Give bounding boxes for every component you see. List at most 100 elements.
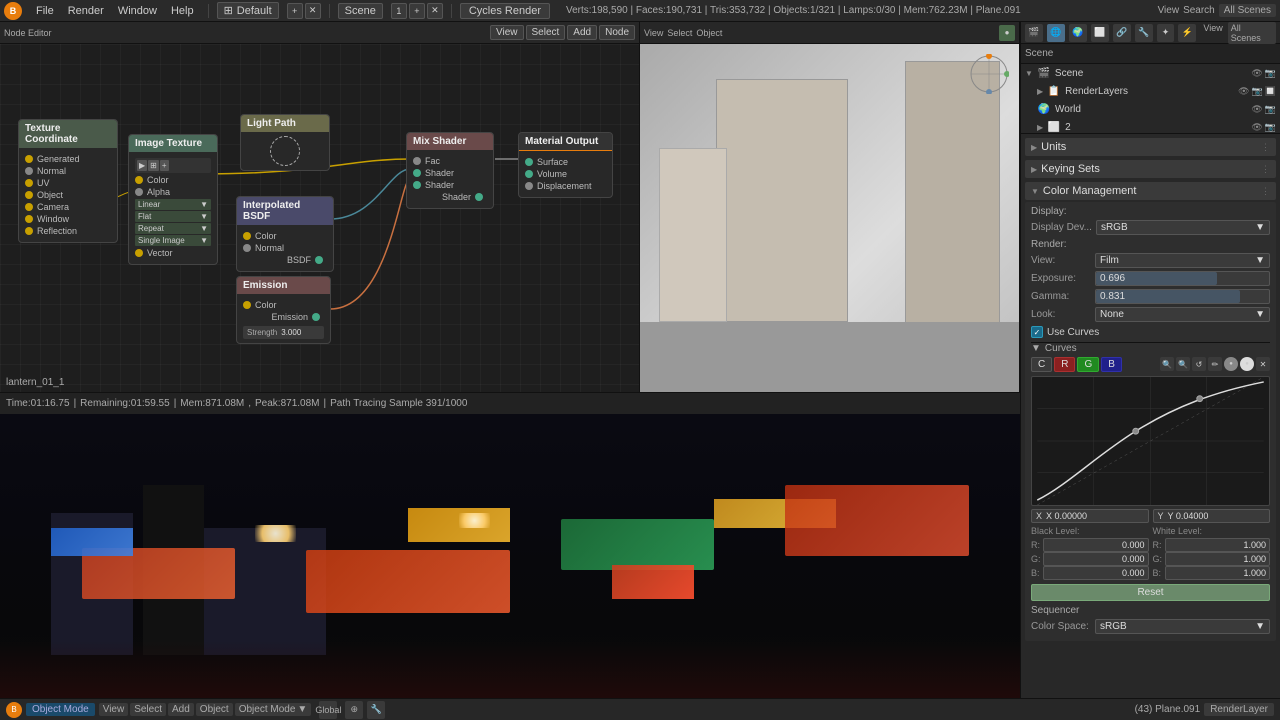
tree-item-scene[interactable]: ▼ 🎬 Scene 👁 📷 xyxy=(1021,64,1280,82)
scene-eye-btn[interactable]: 👁 xyxy=(1251,68,1262,79)
curves-zoom-in-btn[interactable]: 🔍 xyxy=(1160,357,1174,371)
black-g-value[interactable]: 0.000 xyxy=(1043,552,1149,566)
node-tex-coord[interactable]: Texture Coordinate Generated Normal UV O… xyxy=(18,119,118,243)
cm-menu[interactable]: ⋮ xyxy=(1261,186,1270,197)
panel-particles-btn[interactable]: ✦ xyxy=(1157,24,1175,42)
tree-item-world[interactable]: 🌍 World 👁 📷 xyxy=(1021,100,1280,118)
repeat-setting[interactable]: Repeat ▼ xyxy=(135,223,211,234)
white-r-value[interactable]: 1.000 xyxy=(1165,538,1271,552)
panel-physics-btn[interactable]: ⚡ xyxy=(1178,24,1196,42)
workspace-selector[interactable]: ⊞ Default xyxy=(217,2,279,19)
colorspace-value[interactable]: sRGB ▼ xyxy=(1095,619,1270,634)
add-scene-btn[interactable]: + xyxy=(409,3,425,19)
all-scenes-btn[interactable]: All Scenes xyxy=(1219,4,1276,17)
use-curves-checkbox[interactable]: ✓ xyxy=(1031,326,1043,338)
engine-selector[interactable]: Cycles Render xyxy=(460,3,550,19)
nav-widget[interactable] xyxy=(969,54,1009,94)
view-row-value[interactable]: Film ▼ xyxy=(1095,253,1270,268)
view-all-btn[interactable]: View xyxy=(1200,22,1225,44)
node-view-btn[interactable]: View xyxy=(490,25,524,40)
look-value[interactable]: None ▼ xyxy=(1095,307,1270,322)
render-layer-btn[interactable]: RenderLayer xyxy=(1204,703,1274,716)
menu-render[interactable]: Render xyxy=(62,3,110,19)
expand-rl[interactable]: ▶ xyxy=(1037,87,1043,96)
node-light-path[interactable]: Light Path xyxy=(240,114,330,171)
node-material-output[interactable]: Material Output Surface Volume Displacem… xyxy=(518,132,613,198)
curves-reset-view-btn[interactable]: ↺ xyxy=(1192,357,1206,371)
select-menu-btn[interactable]: Select xyxy=(667,28,692,38)
exposure-value[interactable]: 0.696 xyxy=(1095,271,1270,286)
tree-item-renderlayers[interactable]: ▶ 📋 RenderLayers 👁 📷 🔲 xyxy=(1021,82,1280,100)
scene-num-btn[interactable]: 1 xyxy=(391,3,407,19)
menu-help[interactable]: Help xyxy=(165,3,200,19)
display-device-value[interactable]: sRGB ▼ xyxy=(1096,220,1270,235)
gamma-value[interactable]: 0.831 xyxy=(1095,289,1270,304)
panel-constraints-btn[interactable]: 🔗 xyxy=(1113,24,1131,42)
channel-g-btn[interactable]: G xyxy=(1077,357,1099,372)
rl-cam-btn[interactable]: 📷 xyxy=(1252,86,1263,97)
add-window-btn[interactable]: + xyxy=(287,3,303,19)
expand-obj2[interactable]: ▶ xyxy=(1037,123,1043,132)
close-window-btn[interactable]: ✕ xyxy=(305,3,321,19)
reset-btn[interactable]: Reset xyxy=(1031,584,1270,601)
object-mode-menu-btn[interactable]: Object xyxy=(196,703,233,716)
panel-world-btn[interactable]: 🌍 xyxy=(1069,24,1087,42)
node-mix-shader[interactable]: Mix Shader Fac Shader Shader Shader xyxy=(406,132,494,209)
all-scenes-right-btn[interactable]: All Scenes xyxy=(1228,22,1276,44)
curves-zoom-out-btn[interactable]: 🔍 xyxy=(1176,357,1190,371)
tree-item-obj2[interactable]: ▶ ⬜ 2 👁 📷 xyxy=(1021,118,1280,134)
panel-modifiers-btn[interactable]: 🔧 xyxy=(1135,24,1153,42)
node-emission[interactable]: Emission Color Emission Strength 3.000 xyxy=(236,276,331,344)
render-output-area[interactable] xyxy=(0,414,1020,698)
snap-btn[interactable]: 🔧 xyxy=(367,701,385,719)
pivot-btn[interactable]: ⊕ xyxy=(345,701,363,719)
node-image-texture[interactable]: Image Texture ▶ ⊞ + Color Alpha xyxy=(128,134,218,265)
panel-render-btn[interactable]: 🎬 xyxy=(1025,24,1043,42)
flat-setting[interactable]: Flat ▼ xyxy=(135,211,211,222)
curves-close-btn[interactable]: ✕ xyxy=(1256,357,1270,371)
scene-selector[interactable]: Scene xyxy=(338,3,383,19)
curves-graph[interactable] xyxy=(1031,376,1270,506)
curve-y-coord[interactable]: Y Y 0.04000 xyxy=(1153,509,1271,523)
node-node-btn[interactable]: Node xyxy=(599,25,635,40)
panel-object-btn[interactable]: ⬜ xyxy=(1091,24,1109,42)
black-r-value[interactable]: 0.000 xyxy=(1043,538,1149,552)
3d-viewport[interactable]: View Select Object ● xyxy=(640,22,1020,392)
obj2-eye-btn[interactable]: 👁 xyxy=(1251,122,1262,133)
curves-black-pt[interactable]: ● xyxy=(1224,357,1238,371)
node-select-btn[interactable]: Select xyxy=(526,25,566,40)
world-eye-btn[interactable]: 👁 xyxy=(1251,104,1262,115)
channel-r-btn[interactable]: R xyxy=(1054,357,1075,372)
strength-control[interactable]: Strength 3.000 xyxy=(243,326,324,339)
view-btn[interactable]: View xyxy=(1158,5,1180,16)
white-b-value[interactable]: 1.000 xyxy=(1165,566,1271,580)
viewport-content[interactable] xyxy=(640,44,1019,392)
curves-white-pt[interactable]: ● xyxy=(1240,357,1254,371)
keying-sets-header[interactable]: ▶ Keying Sets ⋮ xyxy=(1025,160,1276,178)
single-image-setting[interactable]: Single Image ▼ xyxy=(135,235,211,246)
ks-menu[interactable]: ⋮ xyxy=(1261,164,1270,175)
view-mode-btn[interactable]: View xyxy=(99,703,129,716)
units-header[interactable]: ▶ Units ⋮ xyxy=(1025,138,1276,156)
linear-setting[interactable]: Linear ▼ xyxy=(135,199,211,210)
select-mode-btn[interactable]: Select xyxy=(130,703,166,716)
object-menu-btn[interactable]: Object xyxy=(696,28,722,38)
object-mode-dropdown[interactable]: Object Mode ▼ xyxy=(235,703,312,716)
menu-file[interactable]: File xyxy=(30,3,60,19)
tool-item[interactable]: + xyxy=(160,160,169,171)
color-mgmt-header[interactable]: ▼ Color Management ⋮ xyxy=(1025,182,1276,200)
global-btn[interactable]: Global xyxy=(319,701,337,719)
white-g-value[interactable]: 1.000 xyxy=(1165,552,1271,566)
curves-pen-btn[interactable]: ✏ xyxy=(1208,357,1222,371)
node-add-btn[interactable]: Add xyxy=(567,25,597,40)
tool-item[interactable]: ▶ xyxy=(137,160,147,171)
panel-scene-btn[interactable]: 🌐 xyxy=(1047,24,1065,42)
curve-x-coord[interactable]: X X 0.00000 xyxy=(1031,509,1149,523)
close-scene-btn[interactable]: ✕ xyxy=(427,3,443,19)
search-btn[interactable]: Search xyxy=(1183,5,1215,16)
units-menu[interactable]: ⋮ xyxy=(1261,142,1270,153)
node-interp-bsdf[interactable]: Interpolated BSDF Color Normal BSDF xyxy=(236,196,334,272)
scene-render-btn[interactable]: 📷 xyxy=(1265,68,1276,79)
channel-c-btn[interactable]: C xyxy=(1031,357,1052,372)
object-mode-indicator[interactable]: Object Mode xyxy=(26,703,95,716)
